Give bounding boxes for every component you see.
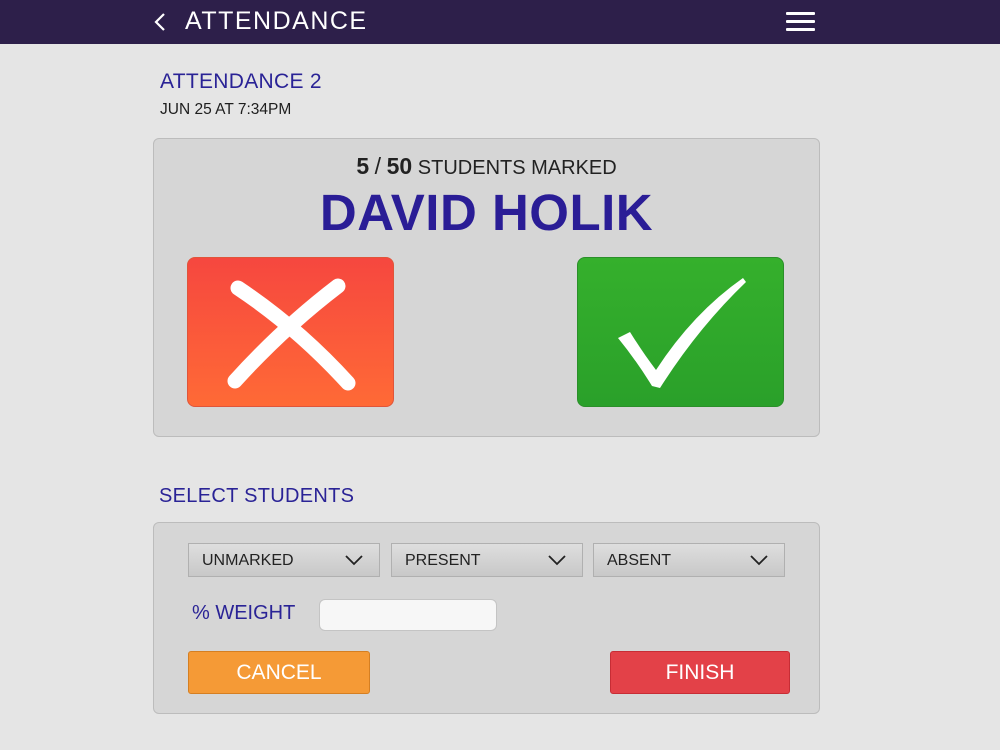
marked-progress: 5 / 50 STUDENTS MARKED: [154, 153, 819, 180]
chevron-down-icon: [548, 555, 566, 566]
mark-student-card: 5 / 50 STUDENTS MARKED DAVID HOLIK: [153, 138, 820, 437]
app-title: ATTENDANCE: [185, 7, 368, 35]
weight-label: % WEIGHT: [192, 602, 296, 624]
unmarked-dropdown[interactable]: UNMARKED: [188, 543, 380, 577]
top-app-bar: ATTENDANCE: [0, 0, 1000, 44]
cancel-button[interactable]: CANCEL: [188, 651, 370, 694]
marked-count: 5: [356, 153, 370, 179]
x-mark-icon: [227, 278, 356, 391]
student-name: DAVID HOLIK: [319, 184, 654, 241]
dropdown-label: PRESENT: [405, 552, 481, 569]
hamburger-menu-icon: [786, 12, 815, 15]
checkmark-icon: [618, 278, 746, 388]
mark-present-button[interactable]: [577, 257, 784, 407]
session-title: ATTENDANCE 2: [160, 70, 322, 93]
dropdown-label: ABSENT: [607, 552, 672, 569]
chevron-left-icon: [154, 13, 165, 31]
total-count: 50: [386, 153, 413, 179]
back-button[interactable]: [150, 8, 170, 36]
select-students-title: SELECT STUDENTS: [159, 485, 355, 507]
progress-label: STUDENTS MARKED: [417, 157, 617, 179]
select-students-card: UNMARKED PRESENT ABSENT % WEIGHT CANCEL …: [153, 522, 820, 714]
present-dropdown[interactable]: PRESENT: [391, 543, 583, 577]
mark-absent-button[interactable]: [187, 257, 394, 407]
weight-input[interactable]: [319, 599, 497, 631]
chevron-down-icon: [345, 555, 363, 566]
session-date: JUN 25 AT 7:34PM: [160, 101, 292, 118]
finish-button[interactable]: FINISH: [610, 651, 790, 694]
dropdown-label: UNMARKED: [202, 552, 294, 569]
progress-separator: /: [374, 153, 382, 179]
menu-button[interactable]: [786, 10, 816, 34]
absent-dropdown[interactable]: ABSENT: [593, 543, 785, 577]
chevron-down-icon: [750, 555, 768, 566]
